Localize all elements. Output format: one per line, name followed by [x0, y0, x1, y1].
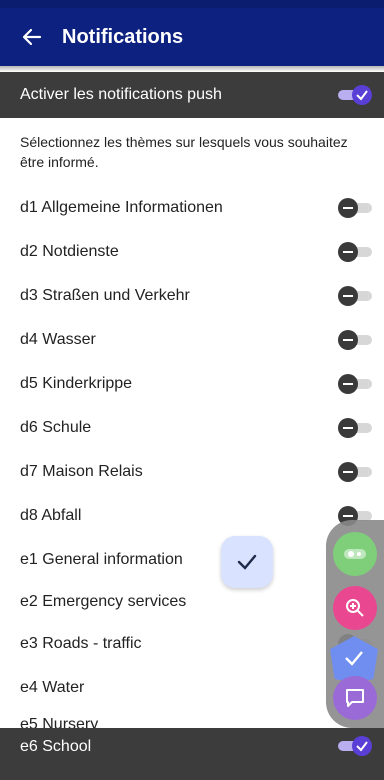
- toggle-thumb: [338, 198, 358, 218]
- zoom-in-icon: [346, 599, 364, 617]
- topic-row-selected[interactable]: e6 School: [0, 728, 384, 780]
- topic-row[interactable]: d5 Kinderkrippe: [0, 362, 384, 406]
- topic-label: d7 Maison Relais: [20, 463, 143, 480]
- topic-label: d8 Abfall: [20, 507, 82, 524]
- topic-toggle[interactable]: [338, 285, 374, 307]
- push-notifications-toggle[interactable]: [338, 85, 372, 105]
- save-fab-button[interactable]: [221, 536, 273, 588]
- topic-label: e6 School: [20, 738, 92, 755]
- topic-toggle[interactable]: [338, 417, 374, 439]
- topic-row[interactable]: d2 Notdienste: [0, 230, 384, 274]
- toggle-thumb: [338, 286, 358, 306]
- topic-label: d5 Kinderkrippe: [20, 375, 133, 392]
- topic-row[interactable]: d6 Schule: [0, 406, 384, 450]
- topic-label: d1 Allgemeine Informationen: [20, 199, 223, 216]
- check-icon: [345, 651, 363, 666]
- topic-toggle[interactable]: [338, 461, 374, 483]
- topic-row[interactable]: d4 Wasser: [0, 318, 384, 362]
- check-icon: [237, 554, 257, 570]
- check-icon: [356, 90, 368, 101]
- toggle-thumb: [338, 374, 358, 394]
- arrow-left-icon[interactable]: [22, 27, 42, 47]
- status-bar: [0, 0, 384, 8]
- push-notifications-row[interactable]: Activer les notifications push: [0, 72, 384, 118]
- topic-label: d6 Schule: [20, 419, 92, 436]
- topic-toggle[interactable]: [338, 197, 374, 219]
- topic-label: d3 Straßen und Verkehr: [20, 287, 190, 304]
- page-title: Notifications: [62, 25, 184, 48]
- record-icon: [344, 549, 366, 559]
- toggle-thumb: [338, 418, 358, 438]
- toggle-thumb: [352, 736, 372, 756]
- topic-row[interactable]: d3 Straßen und Verkehr: [0, 274, 384, 318]
- topic-toggle[interactable]: [338, 241, 374, 263]
- toggle-thumb: [352, 85, 372, 105]
- toggle-thumb: [338, 242, 358, 262]
- toggle-thumb: [338, 462, 358, 482]
- topic-toggle[interactable]: [338, 736, 372, 756]
- zoom-in-button[interactable]: [333, 586, 377, 630]
- topic-label: e1 General information: [20, 551, 183, 568]
- topic-row[interactable]: d1 Allgemeine Informationen: [0, 186, 384, 230]
- chat-icon: [346, 689, 364, 707]
- topic-toggle[interactable]: [338, 373, 374, 395]
- app-bar: Notifications: [0, 8, 384, 66]
- topic-row[interactable]: d8 Abfall: [0, 494, 384, 538]
- topic-row[interactable]: d7 Maison Relais: [0, 450, 384, 494]
- record-button[interactable]: [333, 532, 377, 576]
- push-notifications-label: Activer les notifications push: [20, 86, 222, 103]
- topic-label: d4 Wasser: [20, 331, 96, 348]
- topic-label: e2 Emergency services: [20, 593, 187, 610]
- toggle-thumb: [338, 330, 358, 350]
- check-icon: [356, 741, 368, 752]
- topic-toggle[interactable]: [338, 329, 374, 351]
- topic-label: d2 Notdienste: [20, 243, 119, 260]
- chat-button[interactable]: [333, 676, 377, 720]
- topic-label: e3 Roads - traffic: [20, 635, 142, 652]
- topics-description: Sélectionnez les thèmes sur lesquels vou…: [20, 134, 348, 170]
